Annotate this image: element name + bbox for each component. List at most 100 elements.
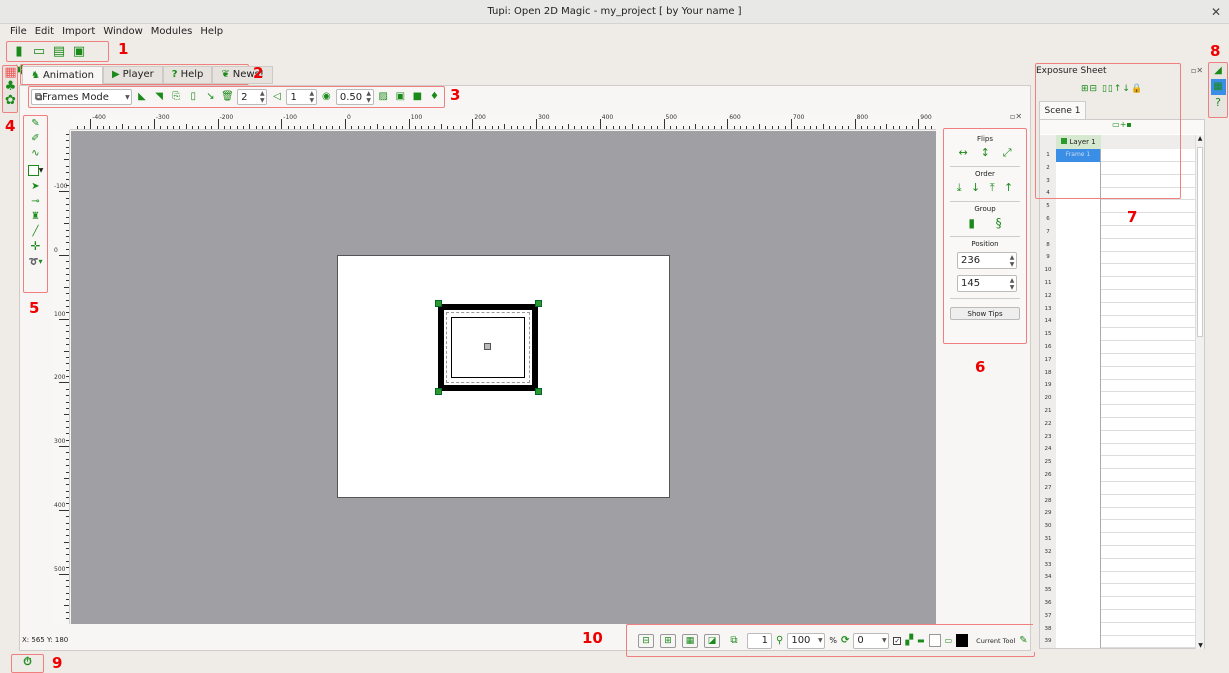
frame-cell[interactable] [1056,417,1101,431]
frame-cell[interactable] [1056,238,1101,252]
menu-file[interactable]: File [6,24,31,40]
new-project-icon[interactable]: ▮ [10,43,28,61]
border-color-swatch[interactable] [928,634,941,647]
tab-player[interactable]: ▶ Player [102,66,163,84]
frame-cell[interactable] [1056,392,1101,406]
frame-cell[interactable] [1056,545,1101,559]
show-tips-button[interactable]: Show Tips [950,307,1020,320]
flip-diagonal-icon[interactable]: ⤢ [1003,146,1012,160]
exposure-sheet-icon[interactable]: ▦ [1210,79,1226,95]
pen-properties-icon[interactable]: ♣ [4,80,17,94]
timer-icon[interactable]: ⏱ [23,655,32,669]
frame-cell[interactable] [1056,366,1101,380]
menu-edit[interactable]: Edit [31,24,58,40]
flip-horizontal-icon[interactable]: ↔ [958,146,967,160]
full-grid-icon[interactable]: ▦ [682,633,698,648]
shape-tool[interactable]: ▼ [24,161,47,179]
send-to-back-icon[interactable]: ⤓ [957,181,962,195]
ungroup-icon[interactable]: § [996,216,1002,230]
tab-help[interactable]: ? Help [162,66,213,84]
help-dock-icon[interactable]: ? [1211,95,1226,111]
spin-arrows[interactable]: ▲ ▼ [258,90,266,104]
spin-arrows[interactable]: ▲ ▼ [308,90,316,104]
panel-float-close-icon[interactable]: ▫✕ [1010,112,1022,121]
motion-tween-icon[interactable]: ➰▾ [26,254,46,269]
fill-color-swatch[interactable] [956,634,969,647]
frame-cell[interactable] [1056,520,1101,534]
frame-cell[interactable] [1056,251,1101,265]
frame-cell[interactable] [1056,609,1101,623]
spin-arrows[interactable]: ▲ ▼ [365,90,373,104]
next-frame-icon[interactable]: ◥ [153,88,166,106]
mode-select[interactable]: ⧉ Frames Mode ▼ [31,89,133,105]
bring-to-front-icon[interactable]: ⤒ [990,181,995,195]
frame-cell[interactable] [1056,264,1101,278]
frame-cell[interactable] [1056,213,1101,226]
frame-cell[interactable] [1056,302,1101,316]
bring-forward-icon[interactable]: ↑ [1004,181,1013,195]
frame-cell[interactable] [1056,379,1101,393]
frame-cell[interactable] [1056,494,1101,508]
trash-icon[interactable]: 🗑 [221,88,234,106]
paste-icon[interactable]: ▯ [187,88,200,106]
frame-cell[interactable] [1056,481,1101,495]
frame-cell[interactable] [1056,341,1101,354]
menu-modules[interactable]: Modules [147,24,197,40]
frame-cell[interactable] [1056,456,1101,470]
opacity-spinbox[interactable]: 0.50 ▲ ▼ [335,89,374,105]
spin-arrows[interactable]: ▲ ▼ [1008,254,1016,268]
color-palette-icon[interactable]: ▦ [4,66,17,80]
rectangle-shape[interactable] [438,304,538,391]
save-icon[interactable]: ▤ [50,43,68,61]
export-icon[interactable]: ▣ [394,88,407,106]
group-icon[interactable]: ▮ [968,216,975,230]
polyline-icon[interactable]: ∿ [26,146,46,161]
frame-cell[interactable] [1056,443,1101,457]
frame-cell[interactable] [1056,315,1101,329]
eraser-icon[interactable]: ╱ [26,224,46,239]
frame-cell[interactable] [1056,328,1101,342]
prev-frame-icon[interactable]: ◣ [135,88,148,106]
previous-frames-spinbox[interactable]: 2 ▲ ▼ [237,89,268,105]
menu-help[interactable]: Help [196,24,227,40]
frame-cell[interactable] [1056,353,1101,367]
safe-area-icon[interactable]: ⊞ [660,633,676,648]
ink-icon[interactable]: ✐ [26,131,46,146]
resize-handle[interactable] [435,388,442,395]
frame-cell[interactable] [1056,622,1101,636]
rotation-select[interactable]: 0 ▼ [853,632,890,649]
frame-cell[interactable] [1056,507,1101,521]
move-icon[interactable]: ↘ [204,88,217,106]
fill-icon[interactable]: ♜ [26,209,46,224]
image-icon[interactable]: ▨ [377,88,390,106]
selection-icon[interactable]: ➤ [26,179,46,194]
frame-cell[interactable] [1056,289,1101,303]
frame-cell[interactable] [1056,584,1101,598]
save-as-icon[interactable]: ▣ [70,43,88,61]
position-x-field[interactable]: 236 ▲ ▼ [957,252,1017,269]
frame-cell[interactable] [1056,405,1101,418]
scenes-icon[interactable]: ◢ [1211,63,1226,79]
frame-cell[interactable] [1056,469,1101,482]
reset-view-icon[interactable]: ◪ [704,633,720,648]
spin-arrows[interactable]: ▲ ▼ [1008,277,1016,291]
vertical-scrollbar[interactable]: ▲ ▼ [1195,135,1204,649]
next-frames-spinbox[interactable]: 1 ▲ ▼ [286,89,317,105]
window-close-button[interactable]: ✕ [1211,5,1221,19]
send-backward-icon[interactable]: ↓ [971,181,980,195]
open-project-icon[interactable]: ▭ [30,43,48,61]
tools-icon[interactable]: ♦ [428,88,441,106]
position-y-field[interactable]: 145 ▲ ▼ [957,275,1017,292]
copy-icon[interactable]: ⎘ [170,88,183,106]
menu-import[interactable]: Import [58,24,99,40]
frame-cell[interactable] [1056,225,1101,239]
library-icon[interactable]: ✿ [4,94,17,108]
antialiasing-checkbox[interactable]: ✓ [893,636,902,645]
grid-icon[interactable]: ⊟ [638,633,654,648]
frame-cell[interactable] [1056,277,1101,290]
frame-cell[interactable] [1056,571,1101,585]
tab-animation[interactable]: ♞ Animation [22,66,103,84]
camera-icon[interactable]: ■ [411,88,424,106]
resize-handle[interactable] [535,388,542,395]
dock-float-close-icon[interactable]: ▫✕ [1191,66,1203,75]
